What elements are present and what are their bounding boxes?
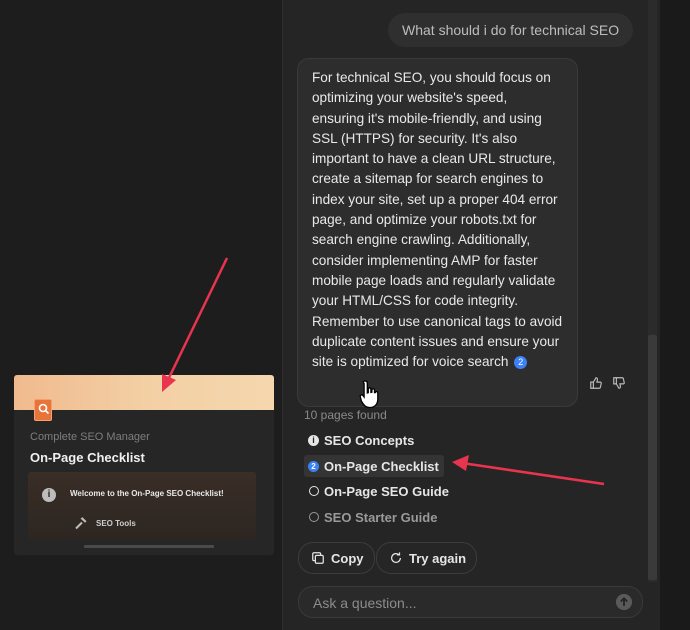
send-button[interactable] (616, 594, 632, 610)
info-icon: i (42, 488, 56, 502)
arrow-to-preview-card (162, 257, 229, 392)
card-banner (14, 375, 274, 410)
page-item-on-page-checklist[interactable]: 2 On-Page Checklist (304, 455, 444, 477)
citation-badge[interactable]: 2 (514, 356, 528, 370)
card-subtitle: Complete SEO Manager (30, 431, 150, 443)
card-title: On-Page Checklist (30, 450, 145, 465)
refresh-icon (391, 552, 401, 563)
page-item-label: SEO Starter Guide (324, 509, 438, 525)
copy-button[interactable]: Copy (298, 542, 375, 574)
page-preview-card[interactable]: Complete SEO Manager On-Page Checklist i… (14, 375, 274, 555)
ask-input-container (298, 586, 643, 619)
page-item-on-page-seo-guide[interactable]: On-Page SEO Guide (304, 480, 454, 502)
card-welcome-text: Welcome to the On-Page SEO Checklist! (70, 489, 224, 498)
arrow-up-icon (616, 594, 632, 610)
thumbs-down-icon[interactable] (612, 376, 626, 390)
hammer-icon (74, 516, 88, 530)
scrollbar-thumb[interactable] (648, 335, 657, 580)
window-edge (660, 0, 690, 630)
circle-icon (308, 512, 319, 523)
info-icon: i (308, 434, 319, 446)
card-content-preview: i Welcome to the On-Page SEO Checklist! … (28, 472, 256, 540)
thumbs-up-icon[interactable] (589, 376, 603, 390)
ask-input[interactable] (311, 587, 605, 619)
assistant-message: For technical SEO, you should focus on o… (297, 58, 578, 407)
page-item-label: On-Page Checklist (324, 458, 439, 474)
card-tools-label: SEO Tools (96, 519, 136, 528)
assistant-message-text: For technical SEO, you should focus on o… (312, 70, 563, 370)
copy-icon (312, 552, 324, 564)
try-again-button[interactable]: Try again (376, 542, 478, 574)
user-message: What should i do for technical SEO (388, 13, 634, 47)
number-badge-icon: 2 (308, 460, 319, 472)
page-item-label: SEO Concepts (324, 432, 415, 448)
circle-icon (308, 486, 319, 497)
page-item-seo-starter-guide[interactable]: SEO Starter Guide (304, 506, 442, 528)
page-item-seo-concepts[interactable]: i SEO Concepts (304, 429, 419, 451)
page-item-label: On-Page SEO Guide (324, 483, 449, 499)
card-truncated-text (84, 545, 214, 548)
pages-found-label: 10 pages found (304, 408, 387, 422)
app-logo-icon (34, 399, 52, 421)
